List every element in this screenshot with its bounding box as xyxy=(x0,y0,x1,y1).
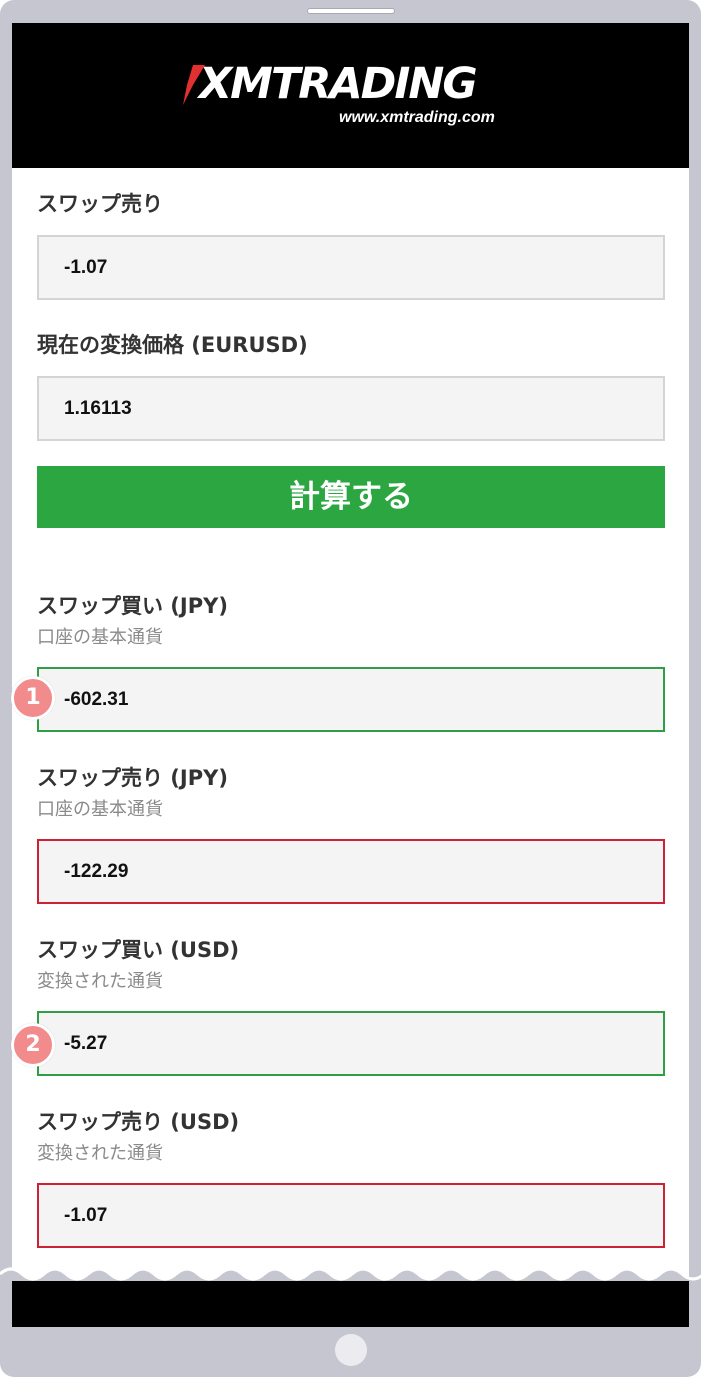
swap-buy-usd-result: -5.27 xyxy=(37,1011,665,1076)
swap-sell-jpy-sublabel: 口座の基本通貨 xyxy=(37,799,163,820)
annotation-badge-2: 2 xyxy=(11,1023,55,1067)
swap-sell-usd-label: スワップ売り (USD) xyxy=(37,1110,240,1134)
site-header: XMTRADING www.xmtrading.com xyxy=(12,23,689,168)
phone-speaker xyxy=(307,8,395,14)
swap-sell-jpy-result: -122.29 xyxy=(37,839,665,904)
swap-buy-usd-sublabel: 変換された通貨 xyxy=(37,971,163,992)
annotation-badge-1: 1 xyxy=(11,676,55,720)
conversion-rate-label: 現在の変換価格 (EURUSD) xyxy=(37,333,308,357)
swap-sell-input[interactable]: -1.07 xyxy=(37,235,665,300)
swap-buy-jpy-result: -602.31 xyxy=(37,667,665,732)
calculate-button[interactable]: 計算する xyxy=(37,466,665,528)
xmtrading-logo[interactable]: XMTRADING www.xmtrading.com xyxy=(183,59,523,129)
screen-footer xyxy=(12,1281,689,1327)
swap-sell-label: スワップ売り xyxy=(37,192,163,216)
phone-screen: XMTRADING www.xmtrading.com スワップ売り -1.07… xyxy=(12,23,689,1327)
logo-wordmark: XMTRADING xyxy=(199,59,478,109)
conversion-rate-input[interactable]: 1.16113 xyxy=(37,376,665,441)
swap-sell-usd-result: -1.07 xyxy=(37,1183,665,1248)
swap-sell-usd-sublabel: 変換された通貨 xyxy=(37,1143,163,1164)
swap-buy-jpy-label: スワップ買い (JPY) xyxy=(37,594,228,618)
swap-buy-jpy-sublabel: 口座の基本通貨 xyxy=(37,627,163,648)
phone-frame: XMTRADING www.xmtrading.com スワップ売り -1.07… xyxy=(0,0,701,1377)
logo-url: www.xmtrading.com xyxy=(339,109,495,126)
home-button[interactable] xyxy=(335,1334,367,1366)
swap-buy-usd-label: スワップ買い (USD) xyxy=(37,938,240,962)
swap-sell-jpy-label: スワップ売り (JPY) xyxy=(37,766,228,790)
